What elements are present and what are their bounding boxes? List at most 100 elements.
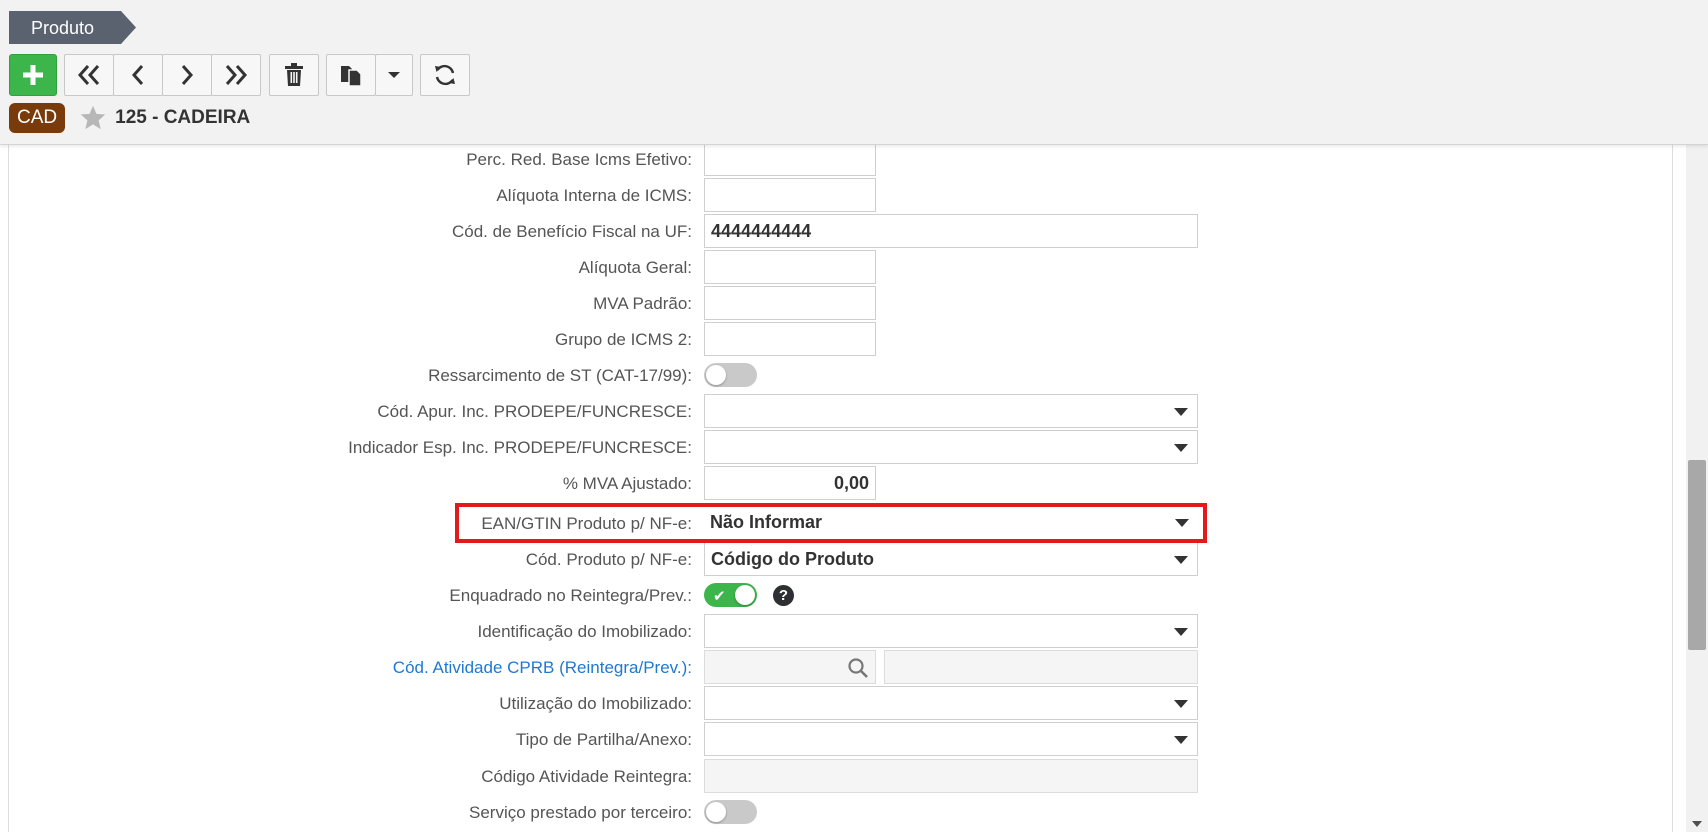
check-icon: ✔ <box>713 588 726 605</box>
chevron-right-icon <box>181 65 194 85</box>
cod-apur-prodepe-select[interactable] <box>704 394 1198 428</box>
aliquota-interna-icms-label: Alíquota Interna de ICMS: <box>496 186 692 205</box>
breadcrumb-label: Produto <box>31 18 95 38</box>
delete-button[interactable] <box>269 54 319 96</box>
form-panel: Perc. Red. Base Icms Efetivo: Alíquota I… <box>8 145 1673 832</box>
cod-apur-prodepe-label: Cód. Apur. Inc. PRODEPE/FUNCRESCE: <box>377 402 692 421</box>
indicador-esp-prodepe-label: Indicador Esp. Inc. PRODEPE/FUNCRESCE: <box>348 438 692 457</box>
row-aliquota-geral: Alíquota Geral: <box>9 250 1672 284</box>
mva-ajustado-input[interactable]: 0,00 <box>704 466 876 500</box>
chevron-left-icon <box>131 65 144 85</box>
row-utilizacao-imobilizado: Utilização do Imobilizado: <box>9 686 1672 720</box>
tipo-partilha-anexo-select[interactable] <box>704 722 1198 756</box>
caret-down-icon <box>1174 736 1188 744</box>
enquadrado-reintegra-label: Enquadrado no Reintegra/Prev.: <box>449 586 692 605</box>
row-perc-red-base-icms: Perc. Red. Base Icms Efetivo: <box>9 145 1672 176</box>
mva-padrao-input[interactable] <box>704 286 876 320</box>
row-servico-prestado-terceiro: Serviço prestado por terceiro: <box>9 795 1672 829</box>
utilizacao-imobilizado-select[interactable] <box>704 686 1198 720</box>
breadcrumb[interactable]: Produto <box>9 11 136 44</box>
cod-atividade-cprb-description <box>884 650 1198 684</box>
row-aliquota-interna-icms: Alíquota Interna de ICMS: <box>9 178 1672 212</box>
utilizacao-imobilizado-label: Utilização do Imobilizado: <box>499 694 692 713</box>
row-cod-produto-nfe: Cód. Produto p/ NF-e: Código do Produto <box>9 542 1672 576</box>
identificacao-imobilizado-select[interactable] <box>704 614 1198 648</box>
indicador-esp-prodepe-select[interactable] <box>704 430 1198 464</box>
caret-down-icon <box>1174 408 1188 416</box>
servico-prestado-terceiro-toggle[interactable] <box>704 800 757 824</box>
row-codigo-atividade-reintegra: Código Atividade Reintegra: <box>9 759 1672 793</box>
row-ressarcimento-st: Ressarcimento de ST (CAT-17/99): <box>9 358 1672 392</box>
cod-atividade-cprb-input[interactable] <box>704 650 876 684</box>
aliquota-geral-input[interactable] <box>704 250 876 284</box>
toggle-knob <box>706 365 726 385</box>
codigo-atividade-reintegra-input <box>704 759 1198 793</box>
copy-icon <box>341 66 362 87</box>
ean-gtin-nfe-label: EAN/GTIN Produto p/ NF-e: <box>481 514 692 533</box>
cad-badge: CAD <box>9 103 66 133</box>
cod-produto-nfe-label: Cód. Produto p/ NF-e: <box>525 550 692 569</box>
plus-icon <box>23 65 43 85</box>
double-chevron-left-icon <box>77 65 100 85</box>
tipo-partilha-anexo-label: Tipo de Partilha/Anexo: <box>515 730 692 749</box>
cod-beneficio-fiscal-label: Cód. de Benefício Fiscal na UF: <box>451 222 692 241</box>
cod-atividade-cprb-link[interactable]: Cód. Atividade CPRB (Reintegra/Prev.): <box>393 658 692 678</box>
favorite-star-icon[interactable] <box>79 104 107 132</box>
row-cod-beneficio-fiscal: Cód. de Benefício Fiscal na UF: 44444444… <box>9 214 1672 248</box>
cod-produto-nfe-select[interactable]: Código do Produto <box>704 542 1198 576</box>
perc-red-base-icms-input[interactable] <box>704 145 876 176</box>
add-button[interactable] <box>9 54 57 96</box>
servico-prestado-terceiro-label: Serviço prestado por terceiro: <box>469 803 692 822</box>
previous-record-button[interactable] <box>113 54 163 96</box>
row-identificacao-imobilizado: Identificação do Imobilizado: <box>9 614 1672 648</box>
refresh-icon <box>435 64 455 86</box>
caret-down-icon <box>1174 444 1188 452</box>
caret-down-icon <box>1174 556 1188 564</box>
record-info: CAD 125 - CADEIRA <box>9 103 250 133</box>
toggle-knob <box>706 802 726 822</box>
trash-icon <box>285 63 303 86</box>
mva-padrao-label: MVA Padrão: <box>593 294 692 313</box>
copy-button[interactable] <box>326 54 376 96</box>
cod-produto-nfe-value: Código do Produto <box>711 549 874 569</box>
ressarcimento-st-label: Ressarcimento de ST (CAT-17/99): <box>428 366 692 385</box>
copy-options-dropdown[interactable] <box>375 54 413 96</box>
help-icon[interactable]: ? <box>773 585 794 606</box>
row-mva-padrao: MVA Padrão: <box>9 286 1672 320</box>
identificacao-imobilizado-label: Identificação do Imobilizado: <box>477 622 692 641</box>
search-icon[interactable] <box>847 657 869 679</box>
row-cod-apur-prodepe: Cód. Apur. Inc. PRODEPE/FUNCRESCE: <box>9 394 1672 428</box>
cod-beneficio-fiscal-input[interactable]: 4444444444 <box>704 214 1198 248</box>
codigo-atividade-reintegra-label: Código Atividade Reintegra: <box>481 767 692 786</box>
row-enquadrado-reintegra: Enquadrado no Reintegra/Prev.: ✔ ? <box>9 578 1672 612</box>
row-ean-gtin-nfe: EAN/GTIN Produto p/ NF-e: Não Informar <box>9 506 1672 540</box>
toggle-knob <box>735 585 755 605</box>
row-grupo-icms-2: Grupo de ICMS 2: <box>9 322 1672 356</box>
double-chevron-right-icon <box>225 65 248 85</box>
grupo-icms-2-label: Grupo de ICMS 2: <box>554 330 692 349</box>
page-header: Produto CAD 125 - CADEIRA <box>0 0 1708 145</box>
mva-ajustado-label: % MVA Ajustado: <box>562 474 692 493</box>
row-indicador-esp-prodepe: Indicador Esp. Inc. PRODEPE/FUNCRESCE: <box>9 430 1672 464</box>
row-tipo-partilha-anexo: Tipo de Partilha/Anexo: <box>9 722 1672 756</box>
caret-down-icon <box>1174 628 1188 636</box>
enquadrado-reintegra-toggle[interactable]: ✔ <box>704 583 757 607</box>
next-record-button[interactable] <box>162 54 212 96</box>
caret-down-icon <box>1175 519 1189 527</box>
aliquota-interna-icms-input[interactable] <box>704 178 876 212</box>
row-mva-ajustado: % MVA Ajustado: 0,00 <box>9 466 1672 500</box>
row-cod-atividade-cprb: Cód. Atividade CPRB (Reintegra/Prev.): <box>9 650 1672 684</box>
ean-gtin-nfe-value: Não Informar <box>710 512 823 532</box>
ean-gtin-nfe-select[interactable]: Não Informar <box>704 506 1198 540</box>
last-record-button[interactable] <box>211 54 261 96</box>
first-record-button[interactable] <box>64 54 114 96</box>
scroll-down-arrow-icon[interactable] <box>1692 821 1702 827</box>
grupo-icms-2-input[interactable] <box>704 322 876 356</box>
perc-red-base-icms-label: Perc. Red. Base Icms Efetivo: <box>466 150 692 169</box>
ressarcimento-st-toggle[interactable] <box>704 363 757 387</box>
scrollbar-thumb[interactable] <box>1688 460 1706 650</box>
refresh-button[interactable] <box>420 54 470 96</box>
record-title: 125 - CADEIRA <box>115 107 251 128</box>
caret-down-icon <box>1174 700 1188 708</box>
aliquota-geral-label: Alíquota Geral: <box>578 258 692 277</box>
